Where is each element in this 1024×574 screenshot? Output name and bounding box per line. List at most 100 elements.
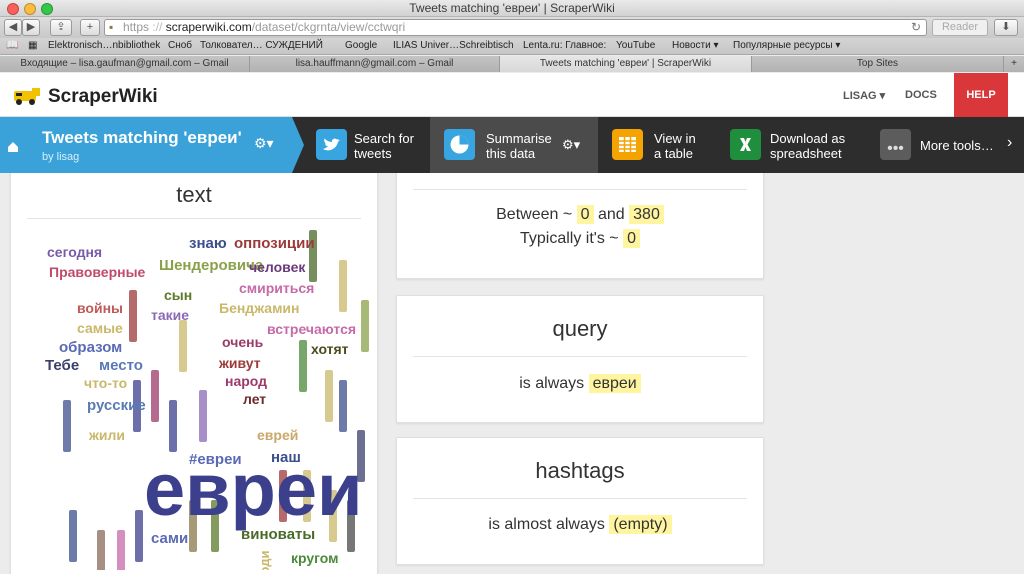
dataset-owner: by lisag bbox=[42, 151, 80, 163]
word-cloud-word: виноваты bbox=[241, 526, 315, 543]
word-cloud-rotated-word bbox=[339, 380, 347, 432]
query-value: евреи bbox=[588, 374, 641, 393]
bookmark-item[interactable]: Популярные ресурсы ▾ bbox=[733, 40, 840, 51]
tool-download-spreadsheet-label: Download as spreadsheet bbox=[770, 131, 846, 161]
word-cloud-word: живут bbox=[218, 355, 261, 371]
word-cloud-rotated-word bbox=[169, 400, 177, 452]
card-divider bbox=[413, 189, 747, 190]
scraperwiki-logo[interactable]: ScraperWiki bbox=[48, 86, 158, 108]
window-title: Tweets matching 'евреи' | ScraperWiki bbox=[409, 1, 615, 15]
scraperwiki-logo-icon[interactable] bbox=[12, 85, 44, 105]
word-cloud-rotated-word bbox=[63, 400, 71, 452]
dataset-title-box[interactable]: Tweets matching 'евреи' by lisag ⚙▾ bbox=[26, 117, 292, 173]
browser-toolbar: ◀ ▶ ⇪ + ▪ https :// scraperwiki.com/data… bbox=[0, 17, 1024, 38]
top-sites-icon[interactable]: ▦ bbox=[28, 40, 37, 51]
minimize-window-button[interactable] bbox=[24, 3, 36, 15]
word-cloud-word: что-то bbox=[84, 375, 127, 391]
reload-icon[interactable]: ↻ bbox=[911, 20, 921, 35]
text-card-title: text bbox=[176, 182, 212, 207]
bookmark-item[interactable]: Elektronisch…nbibliothek bbox=[48, 40, 160, 51]
hashtags-card-title: hashtags bbox=[535, 458, 625, 483]
tool-summarise[interactable]: Summarise this data ⚙▾ bbox=[430, 117, 598, 173]
reader-button[interactable]: Reader bbox=[932, 19, 988, 36]
new-tab-plus[interactable]: + bbox=[1004, 56, 1024, 72]
forward-button[interactable]: ▶ bbox=[22, 19, 40, 36]
text-column-card: text евреи сегодня Правоверные знаю Шендеров… bbox=[10, 173, 378, 574]
word-cloud-word: Бенджамин bbox=[219, 300, 300, 316]
tool-more-tools-label: More tools… bbox=[920, 138, 994, 153]
dataset-title: Tweets matching 'евреи' bbox=[42, 128, 242, 147]
tab-top-sites[interactable]: Top Sites bbox=[752, 56, 1004, 72]
word-cloud: евреисегодняПравоверныезнаюШендеровичаоп… bbox=[45, 230, 369, 570]
dataset-settings-gear-icon[interactable]: ⚙▾ bbox=[254, 135, 274, 152]
word-cloud-word: люди bbox=[257, 551, 272, 570]
bookmark-item[interactable]: Новости ▾ bbox=[672, 40, 719, 51]
tab-gmail-inbox[interactable]: Входящие – lisa.gaufman@gmail.com – Gmai… bbox=[0, 56, 250, 72]
bookmark-item[interactable]: Сноб bbox=[168, 40, 192, 51]
tool-view-table[interactable]: View in a table bbox=[598, 117, 714, 173]
word-cloud-word: жили bbox=[88, 427, 125, 443]
tool-settings-gear-icon[interactable]: ⚙▾ bbox=[562, 137, 580, 153]
word-cloud-word: хотят bbox=[311, 341, 349, 357]
reading-list-icon[interactable]: 📖 bbox=[6, 40, 18, 51]
tool-search-tweets[interactable]: Search for tweets bbox=[304, 117, 430, 173]
bookmark-item[interactable]: YouTube bbox=[616, 40, 655, 51]
home-button[interactable] bbox=[0, 117, 26, 173]
word-cloud-word: русские bbox=[87, 397, 146, 414]
ellipsis-icon: ••• bbox=[880, 129, 911, 160]
word-cloud-word: очень bbox=[222, 334, 264, 350]
word-cloud-rotated-word bbox=[325, 370, 333, 422]
word-cloud-word: народ bbox=[225, 373, 267, 389]
tool-more-tools[interactable]: ••• More tools… › bbox=[864, 117, 1024, 173]
word-cloud-word: человек bbox=[249, 259, 306, 275]
lock-icon: ▪ bbox=[109, 20, 114, 34]
tool-summarise-label: Summarise this data bbox=[486, 131, 552, 161]
word-cloud-rotated-word bbox=[179, 320, 187, 372]
word-cloud-word: наш bbox=[271, 449, 301, 466]
word-cloud-word: знаю bbox=[189, 235, 227, 252]
url-path: /dataset/ckgrnta/view/cctwqri bbox=[251, 20, 406, 34]
word-cloud-word: сегодня bbox=[47, 244, 102, 260]
new-tab-button[interactable]: + bbox=[80, 19, 100, 36]
word-cloud-word: Тебе bbox=[45, 357, 79, 374]
tab-scraperwiki[interactable]: Tweets matching 'евреи' | ScraperWiki bbox=[500, 56, 752, 72]
word-cloud-word: войны bbox=[77, 300, 123, 316]
downloads-icon[interactable]: ⬇ bbox=[994, 19, 1018, 36]
word-cloud-word: кругом bbox=[291, 550, 339, 566]
url-host: scraperwiki.com bbox=[165, 20, 252, 34]
bookmark-item[interactable]: ILIAS Univer…Schreibtisch bbox=[393, 40, 514, 51]
docs-link[interactable]: DOCS bbox=[905, 89, 937, 101]
dataset-toolbar: Tweets matching 'евреи' by lisag ⚙▾ Sear… bbox=[0, 117, 1024, 173]
word-cloud-rotated-word bbox=[135, 510, 143, 562]
hashtags-summary-line: is almost always (empty) bbox=[397, 515, 763, 534]
close-window-button[interactable] bbox=[7, 3, 19, 15]
hashtags-prefix: is almost always bbox=[488, 516, 605, 533]
word-cloud-word: место bbox=[99, 357, 143, 374]
share-icon[interactable]: ⇪ bbox=[50, 19, 72, 36]
tab-gmail-hauffmann[interactable]: lisa.hauffmann@gmail.com – Gmail bbox=[250, 56, 500, 72]
range-max: 380 bbox=[629, 205, 664, 224]
tool-download-spreadsheet[interactable]: Download as spreadsheet bbox=[714, 117, 864, 173]
bookmark-item[interactable]: Толковател… СУЖДЕНИЙ bbox=[200, 40, 323, 51]
word-cloud-word: самые bbox=[77, 320, 123, 336]
query-column-card: query is always евреи bbox=[396, 295, 764, 423]
numeric-summary-card: Between ~ 0 and 380 Typically it's ~ 0 bbox=[396, 173, 764, 279]
home-icon bbox=[8, 142, 18, 152]
chevron-right-icon[interactable]: › bbox=[1007, 134, 1012, 152]
bookmark-item[interactable]: Google bbox=[345, 40, 377, 51]
word-cloud-word: такие bbox=[151, 307, 189, 323]
table-icon bbox=[612, 129, 643, 160]
word-cloud-word: евреи bbox=[144, 448, 363, 531]
word-cloud-word: оппозиции bbox=[234, 235, 315, 252]
user-menu[interactable]: LISAG ▾ bbox=[843, 89, 885, 102]
zoom-window-button[interactable] bbox=[41, 3, 53, 15]
word-cloud-word: сын bbox=[164, 287, 192, 303]
back-button[interactable]: ◀ bbox=[4, 19, 22, 36]
summary-content: text евреи сегодня Правоверные знаю Шендеров… bbox=[0, 173, 1024, 574]
url-scheme: https bbox=[123, 20, 150, 34]
help-button[interactable]: HELP bbox=[954, 73, 1008, 117]
bookmark-item[interactable]: Lenta.ru: Главное: bbox=[523, 40, 606, 51]
address-bar[interactable]: ▪ https :// scraperwiki.com/dataset/ckgr… bbox=[104, 19, 927, 36]
tool-search-tweets-label: Search for tweets bbox=[354, 131, 414, 161]
dataset-arrow bbox=[292, 117, 304, 173]
